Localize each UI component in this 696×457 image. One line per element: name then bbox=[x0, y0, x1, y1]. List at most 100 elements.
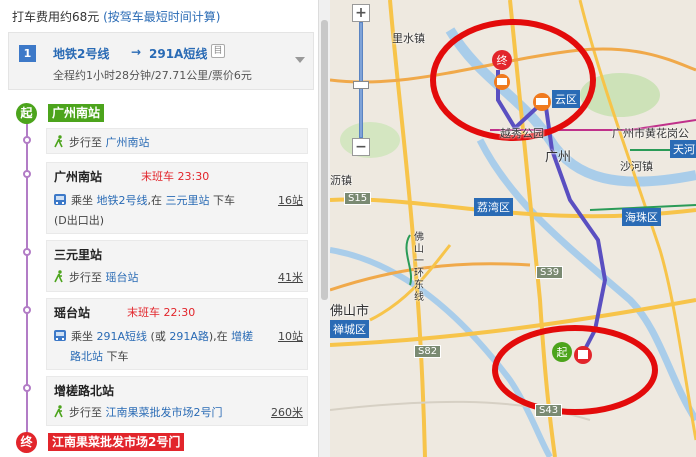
ride-suffix: 下车 bbox=[213, 194, 235, 207]
step-walk-prefix: 步行至 bbox=[69, 136, 102, 149]
step-walk-2[interactable]: 三元里站 步行至 瑶台站 41米 bbox=[46, 240, 308, 292]
timeline-dot bbox=[23, 136, 31, 144]
start-marker: 起 bbox=[552, 342, 572, 362]
taxi-fare-link[interactable]: (按驾车最短时间计算) bbox=[103, 10, 220, 24]
start-label: 广州南站 bbox=[48, 104, 105, 122]
chevron-down-icon[interactable] bbox=[295, 57, 305, 63]
route-summary: 全程约1小时28分钟/27.71公里/票价6元 bbox=[53, 69, 252, 82]
alt-line-link[interactable]: 291A路 bbox=[169, 330, 209, 343]
map-label-huanghuagang: 广州市黄花岗公 bbox=[612, 127, 689, 140]
step-ride-line-2: 路北站 下车 bbox=[70, 348, 129, 364]
ride-prefix: 乘坐 bbox=[71, 330, 93, 343]
zoom-control: + − bbox=[352, 4, 370, 156]
step-walk-line: 步行至 江南果菜批发市场2号门 bbox=[54, 404, 223, 420]
zoom-slider[interactable] bbox=[353, 22, 369, 138]
route-timeline bbox=[26, 120, 28, 442]
ride-prefix: 乘坐 bbox=[71, 194, 93, 207]
route-arrow: → bbox=[131, 45, 142, 59]
exit-note: (D出口出) bbox=[54, 214, 105, 227]
bus-stop-marker bbox=[533, 93, 551, 111]
step-walk-3[interactable]: 增槎路北站 步行至 江南果菜批发市场2号门 260米 bbox=[46, 376, 308, 426]
step-transit-1[interactable]: 广州南站 末班车 23:30 乘坐 地铁2号线,在 三元里站 下车 (D出口出)… bbox=[46, 162, 308, 234]
step-ride-line: 乘坐 地铁2号线,在 三元里站 下车 bbox=[54, 192, 235, 208]
stop-count[interactable]: 10站 bbox=[278, 328, 303, 344]
walk-icon bbox=[54, 270, 64, 283]
step-walk-target[interactable]: 瑶台站 bbox=[106, 271, 139, 284]
step-ride-line: 乘坐 291A短线 (或 291A路),在 增槎 bbox=[54, 328, 253, 344]
map-label-shahe: 沙河镇 bbox=[620, 160, 653, 173]
step-transit-2[interactable]: 瑶台站 末班车 22:30 乘坐 291A短线 (或 291A路),在 增槎 路… bbox=[46, 298, 308, 370]
end-label: 江南果菜批发市场2号门 bbox=[48, 433, 185, 451]
last-bus-time: 末班车 23:30 bbox=[141, 170, 210, 183]
step-station-title: 增槎路北站 bbox=[54, 384, 115, 398]
timeline-dot bbox=[23, 248, 31, 256]
map-label-guangzhou: 广州 bbox=[545, 150, 572, 165]
highway-shield-s82: S82 bbox=[414, 345, 442, 358]
taxi-fare-text: 打车费用约68元 bbox=[12, 10, 100, 24]
panel-scrollbar[interactable] bbox=[318, 0, 330, 457]
bus-icon bbox=[54, 330, 66, 341]
walk-distance[interactable]: 41米 bbox=[278, 269, 303, 285]
stop-link[interactable]: 增槎 bbox=[231, 330, 253, 343]
map-district-haizhu: 海珠区 bbox=[622, 208, 661, 226]
road bbox=[330, 298, 696, 347]
timeline-dot bbox=[23, 306, 31, 314]
step-station-title: 三元里站 bbox=[54, 248, 103, 262]
walk-distance[interactable]: 260米 bbox=[271, 404, 303, 420]
road bbox=[330, 262, 531, 292]
green-area bbox=[340, 122, 400, 158]
route-line-b: 291A短线 bbox=[149, 47, 208, 61]
step-walk-target[interactable]: 广州南站 bbox=[106, 136, 150, 149]
map-label-lishui: 里水镇 bbox=[392, 32, 425, 45]
start-badge: 起 bbox=[16, 103, 37, 124]
end-badge: 终 bbox=[16, 432, 37, 453]
route-option-card[interactable]: 1 地铁2号线 → 291A短线 目 全程约1小时28分钟/27.71公里/票价… bbox=[8, 32, 314, 90]
walk-icon bbox=[54, 405, 64, 418]
map-district-baiyun: 云区 bbox=[552, 90, 580, 108]
bus-stop-marker bbox=[494, 74, 510, 90]
highway-shield-s43: S43 bbox=[535, 404, 563, 417]
zoom-out-button[interactable]: − bbox=[352, 138, 370, 156]
map-district-tianhe: 天河 bbox=[670, 140, 696, 158]
stop-link[interactable]: 路北站 bbox=[70, 350, 103, 363]
map-label-park: 越秀公园 bbox=[500, 127, 544, 140]
taxi-fare: 打车费用约68元 (按驾车最短时间计算) bbox=[12, 8, 220, 25]
print-icon[interactable]: 目 bbox=[211, 44, 225, 58]
end-marker: 终 bbox=[492, 50, 512, 70]
ride-suffix: 下车 bbox=[106, 350, 129, 363]
step-station-title: 广州南站 bbox=[54, 170, 103, 184]
line-link[interactable]: 地铁2号线 bbox=[97, 194, 148, 207]
line-link[interactable]: 291A短线 bbox=[97, 330, 148, 343]
ride-alt-close: ),在 bbox=[208, 330, 228, 343]
scrollbar-thumb[interactable] bbox=[321, 20, 328, 300]
metro-marker bbox=[574, 346, 592, 364]
highway-shield-s15: S15 bbox=[344, 192, 372, 205]
route-number-badge: 1 bbox=[19, 45, 36, 62]
bus-icon bbox=[54, 194, 66, 205]
map-view[interactable]: 终 起 里水镇 云区 越秀公园 广州 广州市黄花岗公 天河 沙河镇 沥镇 荔湾区… bbox=[330, 0, 696, 457]
step-walk-target[interactable]: 江南果菜批发市场2号门 bbox=[106, 406, 223, 419]
svg-text:起: 起 bbox=[557, 346, 568, 359]
walk-icon bbox=[54, 135, 64, 148]
timeline-dot bbox=[23, 170, 31, 178]
map-label-lijiao: 沥镇 bbox=[330, 174, 352, 187]
stop-count[interactable]: 16站 bbox=[278, 192, 303, 208]
step-station-title: 瑶台站 bbox=[54, 306, 91, 320]
stop-link[interactable]: 三元里站 bbox=[166, 194, 210, 207]
map-label-foshan: 佛山市 bbox=[330, 304, 370, 319]
map-district-liwan: 荔湾区 bbox=[474, 198, 513, 216]
zoom-in-button[interactable]: + bbox=[352, 4, 370, 22]
route-line-a: 地铁2号线 bbox=[53, 47, 110, 61]
highlight-circle bbox=[492, 325, 658, 415]
ride-alt-open: (或 bbox=[150, 330, 166, 343]
step-walk-1[interactable]: 步行至 广州南站 bbox=[46, 128, 308, 154]
road bbox=[388, 0, 427, 457]
zoom-slider-handle[interactable] bbox=[353, 81, 369, 89]
step-walk-prefix: 步行至 bbox=[69, 271, 102, 284]
map-label-ring-road: 佛山一环东线 bbox=[414, 232, 424, 303]
map-canvas: 终 起 bbox=[330, 0, 696, 457]
svg-text:终: 终 bbox=[497, 53, 508, 67]
timeline-dot bbox=[23, 384, 31, 392]
step-walk-line: 步行至 瑶台站 bbox=[54, 269, 139, 285]
map-district-chancheng: 禅城区 bbox=[330, 320, 369, 338]
